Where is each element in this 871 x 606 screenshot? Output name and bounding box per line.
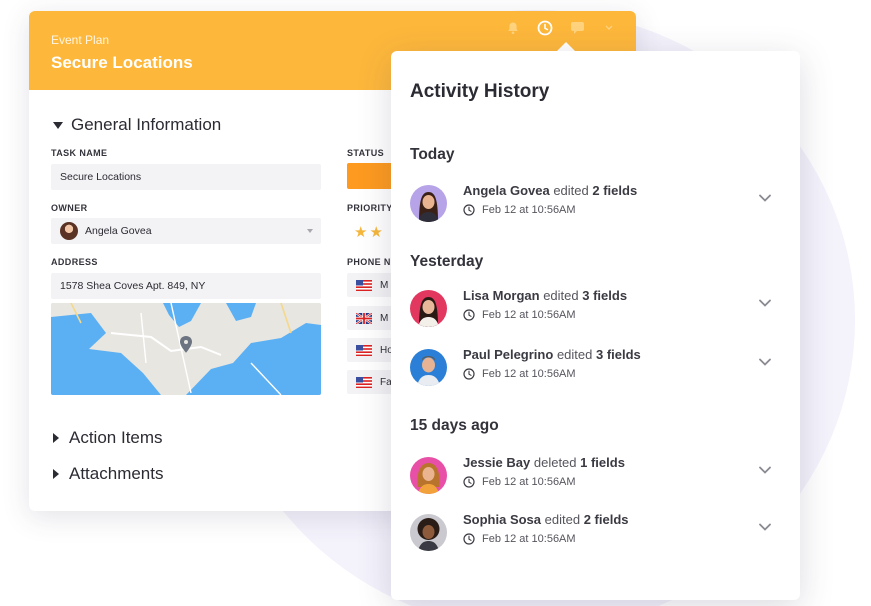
clock-icon[interactable] bbox=[536, 19, 554, 37]
caret-right-icon bbox=[53, 469, 59, 479]
clock-icon bbox=[463, 476, 475, 488]
group-title: Yesterday bbox=[410, 253, 484, 270]
caret-right-icon bbox=[53, 433, 59, 443]
header-icons bbox=[504, 19, 618, 37]
task-name-value: Secure Locations bbox=[60, 171, 142, 183]
avatar bbox=[410, 514, 447, 551]
star-icon: ★ bbox=[369, 224, 385, 241]
section-general-information[interactable]: General Information bbox=[53, 115, 221, 135]
status-label: STATUS bbox=[347, 148, 385, 158]
priority-rating[interactable]: ★★ bbox=[354, 223, 385, 241]
task-name-input[interactable]: Secure Locations bbox=[51, 164, 321, 190]
activity-entry[interactable]: Jessie Bay deleted 1 fields Feb 12 at 10… bbox=[410, 455, 782, 497]
activity-entry[interactable]: Sophia Sosa edited 2 fields Feb 12 at 10… bbox=[410, 512, 782, 554]
priority-label: PRIORITY bbox=[347, 203, 393, 213]
clock-icon bbox=[463, 204, 475, 216]
activity-time: Feb 12 at 10:56AM bbox=[463, 476, 576, 488]
address-input[interactable]: 1578 Shea Coves Apt. 849, NY bbox=[51, 273, 321, 299]
clock-icon bbox=[463, 309, 475, 321]
activity-time: Feb 12 at 10:56AM bbox=[463, 533, 576, 545]
popover-arrow bbox=[557, 42, 575, 51]
bell-icon[interactable] bbox=[504, 19, 522, 37]
section-title: Action Items bbox=[69, 428, 163, 447]
activity-summary: Paul Pelegrino edited 3 fields bbox=[463, 347, 641, 362]
avatar bbox=[410, 457, 447, 494]
chevron-down-icon[interactable] bbox=[758, 522, 772, 532]
section-title: Attachments bbox=[69, 464, 164, 483]
activity-history-panel: Activity History Today Angela Govea edit… bbox=[391, 51, 800, 600]
clock-icon bbox=[463, 533, 475, 545]
chevron-down-icon[interactable] bbox=[758, 298, 772, 308]
us-flag-icon bbox=[356, 279, 372, 291]
section-action-items[interactable]: Action Items bbox=[53, 428, 163, 448]
owner-label: OWNER bbox=[51, 203, 88, 213]
phone-type: Fa bbox=[380, 376, 392, 388]
star-icon: ★ bbox=[354, 224, 370, 241]
activity-entry[interactable]: Paul Pelegrino edited 3 fields Feb 12 at… bbox=[410, 347, 782, 389]
owner-value: Angela Govea bbox=[85, 225, 152, 237]
task-name-label: TASK NAME bbox=[51, 148, 108, 158]
activity-entry[interactable]: Lisa Morgan edited 3 fields Feb 12 at 10… bbox=[410, 288, 782, 330]
stage: Event Plan Secure Locations General Info… bbox=[0, 0, 871, 606]
avatar bbox=[60, 222, 78, 240]
activity-summary: Jessie Bay deleted 1 fields bbox=[463, 455, 625, 470]
activity-summary: Sophia Sosa edited 2 fields bbox=[463, 512, 629, 527]
us-flag-icon bbox=[356, 344, 372, 356]
group-title: Today bbox=[410, 146, 455, 163]
activity-summary: Lisa Morgan edited 3 fields bbox=[463, 288, 628, 303]
section-attachments[interactable]: Attachments bbox=[53, 464, 164, 484]
chat-icon[interactable] bbox=[568, 19, 586, 37]
uk-flag-icon bbox=[356, 312, 372, 324]
activity-time: Feb 12 at 10:56AM bbox=[463, 204, 576, 216]
activity-time: Feb 12 at 10:56AM bbox=[463, 368, 576, 380]
activity-entry[interactable]: Angela Govea edited 2 fields Feb 12 at 1… bbox=[410, 183, 782, 225]
avatar bbox=[410, 290, 447, 327]
chevron-down-icon bbox=[307, 229, 313, 233]
panel-title: Activity History bbox=[410, 81, 550, 102]
phone-label: PHONE N bbox=[347, 257, 391, 267]
phone-type: M bbox=[380, 279, 389, 291]
chevron-down-icon[interactable] bbox=[600, 19, 618, 37]
us-flag-icon bbox=[356, 376, 372, 388]
address-map[interactable] bbox=[51, 303, 321, 395]
avatar bbox=[410, 185, 447, 222]
group-title: 15 days ago bbox=[410, 417, 499, 434]
phone-type: M bbox=[380, 312, 389, 324]
activity-summary: Angela Govea edited 2 fields bbox=[463, 183, 638, 198]
avatar bbox=[410, 349, 447, 386]
chevron-down-icon[interactable] bbox=[758, 465, 772, 475]
address-label: ADDRESS bbox=[51, 257, 98, 267]
section-title: General Information bbox=[71, 115, 222, 134]
chevron-down-icon[interactable] bbox=[758, 193, 772, 203]
activity-time: Feb 12 at 10:56AM bbox=[463, 309, 576, 321]
caret-down-icon bbox=[53, 121, 63, 129]
address-value: 1578 Shea Coves Apt. 849, NY bbox=[60, 280, 206, 292]
clock-icon bbox=[463, 368, 475, 380]
owner-select[interactable]: Angela Govea bbox=[51, 218, 321, 244]
chevron-down-icon[interactable] bbox=[758, 357, 772, 367]
